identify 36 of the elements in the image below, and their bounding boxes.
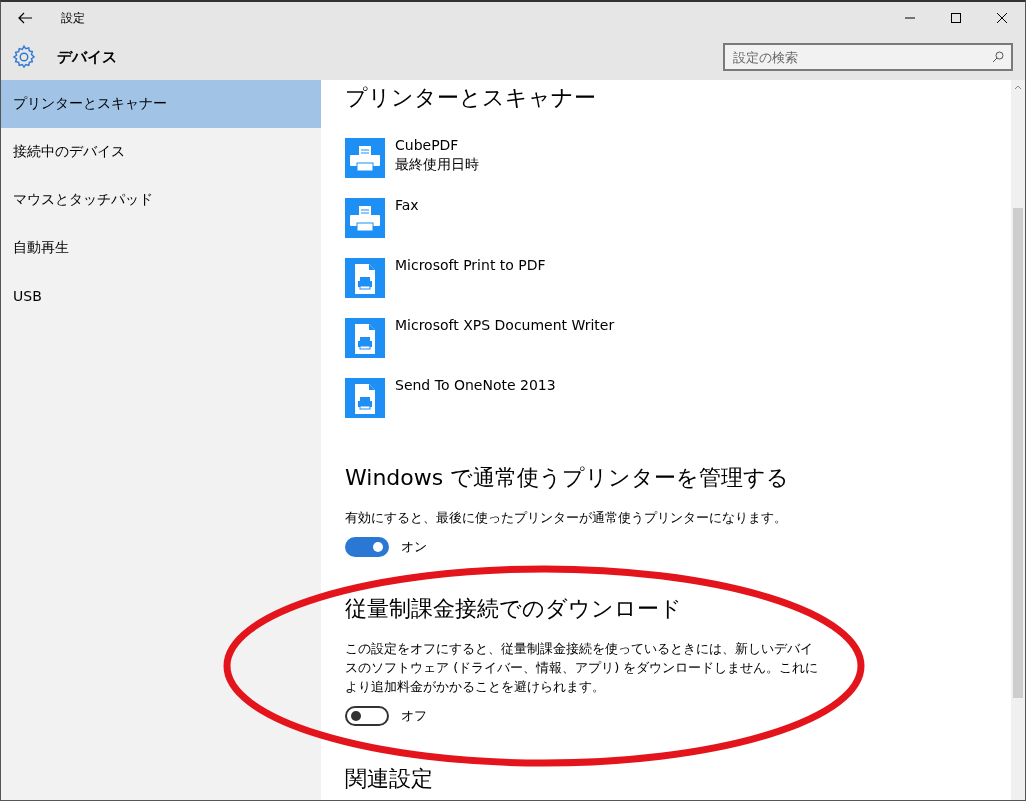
section-heading: プリンターとスキャナー xyxy=(345,84,597,112)
toggle-label: オフ xyxy=(401,707,427,725)
section-description: この設定をオフにすると、従量制課金接続を使っているときには、新しいデバイスのソフトウェア (ドライバー、情報、アプリ) をダウンロードしません。これにより追加料金がかかることを避けられます。 xyxy=(345,640,820,696)
sidebar-item[interactable]: マウスとタッチパッド xyxy=(1,176,321,224)
scroll-up-icon xyxy=(1014,84,1022,90)
sidebar-item[interactable]: USB xyxy=(1,272,321,320)
printer-name[interactable]: Microsoft XPS Document Writer xyxy=(395,316,615,335)
back-arrow-icon xyxy=(18,12,32,24)
page-title: デバイス xyxy=(57,47,118,67)
toggle-switch[interactable] xyxy=(345,706,389,726)
printer-icon xyxy=(345,318,385,358)
maximize-icon xyxy=(951,13,961,23)
printer-icon xyxy=(345,138,385,178)
scroll-thumb[interactable] xyxy=(1013,208,1023,698)
toggle-label: オン xyxy=(401,538,427,556)
section-heading: Windows で通常使うプリンターを管理する xyxy=(345,464,791,492)
search-icon xyxy=(992,51,1004,63)
sidebar-item[interactable]: プリンターとスキャナー xyxy=(1,80,321,128)
printer-name[interactable]: Fax xyxy=(395,196,419,215)
printer-name[interactable]: CubePDF xyxy=(395,136,479,155)
window-title: 設定 xyxy=(61,9,86,27)
printer-detail: 最終使用日時 xyxy=(395,155,479,174)
printer-icon xyxy=(345,198,385,238)
section-heading: 従量制課金接続でのダウンロード xyxy=(345,595,683,623)
settings-icon xyxy=(11,44,37,70)
printer-name[interactable]: Send To OneNote 2013 xyxy=(395,376,556,395)
search-field[interactable]: 設定の検索 xyxy=(723,43,1013,71)
sidebar-item[interactable]: 自動再生 xyxy=(1,224,321,272)
printer-icon xyxy=(345,378,385,418)
section-description: 有効にすると、最後に使ったプリンターが通常使うプリンターになります。 xyxy=(345,509,788,527)
printer-icon xyxy=(345,258,385,298)
section-heading: 関連設定 xyxy=(345,767,434,791)
sidebar-item[interactable]: 接続中のデバイス xyxy=(1,128,321,176)
printer-name[interactable]: Microsoft Print to PDF xyxy=(395,256,546,275)
toggle-switch[interactable] xyxy=(345,537,389,557)
close-icon xyxy=(997,13,1007,23)
